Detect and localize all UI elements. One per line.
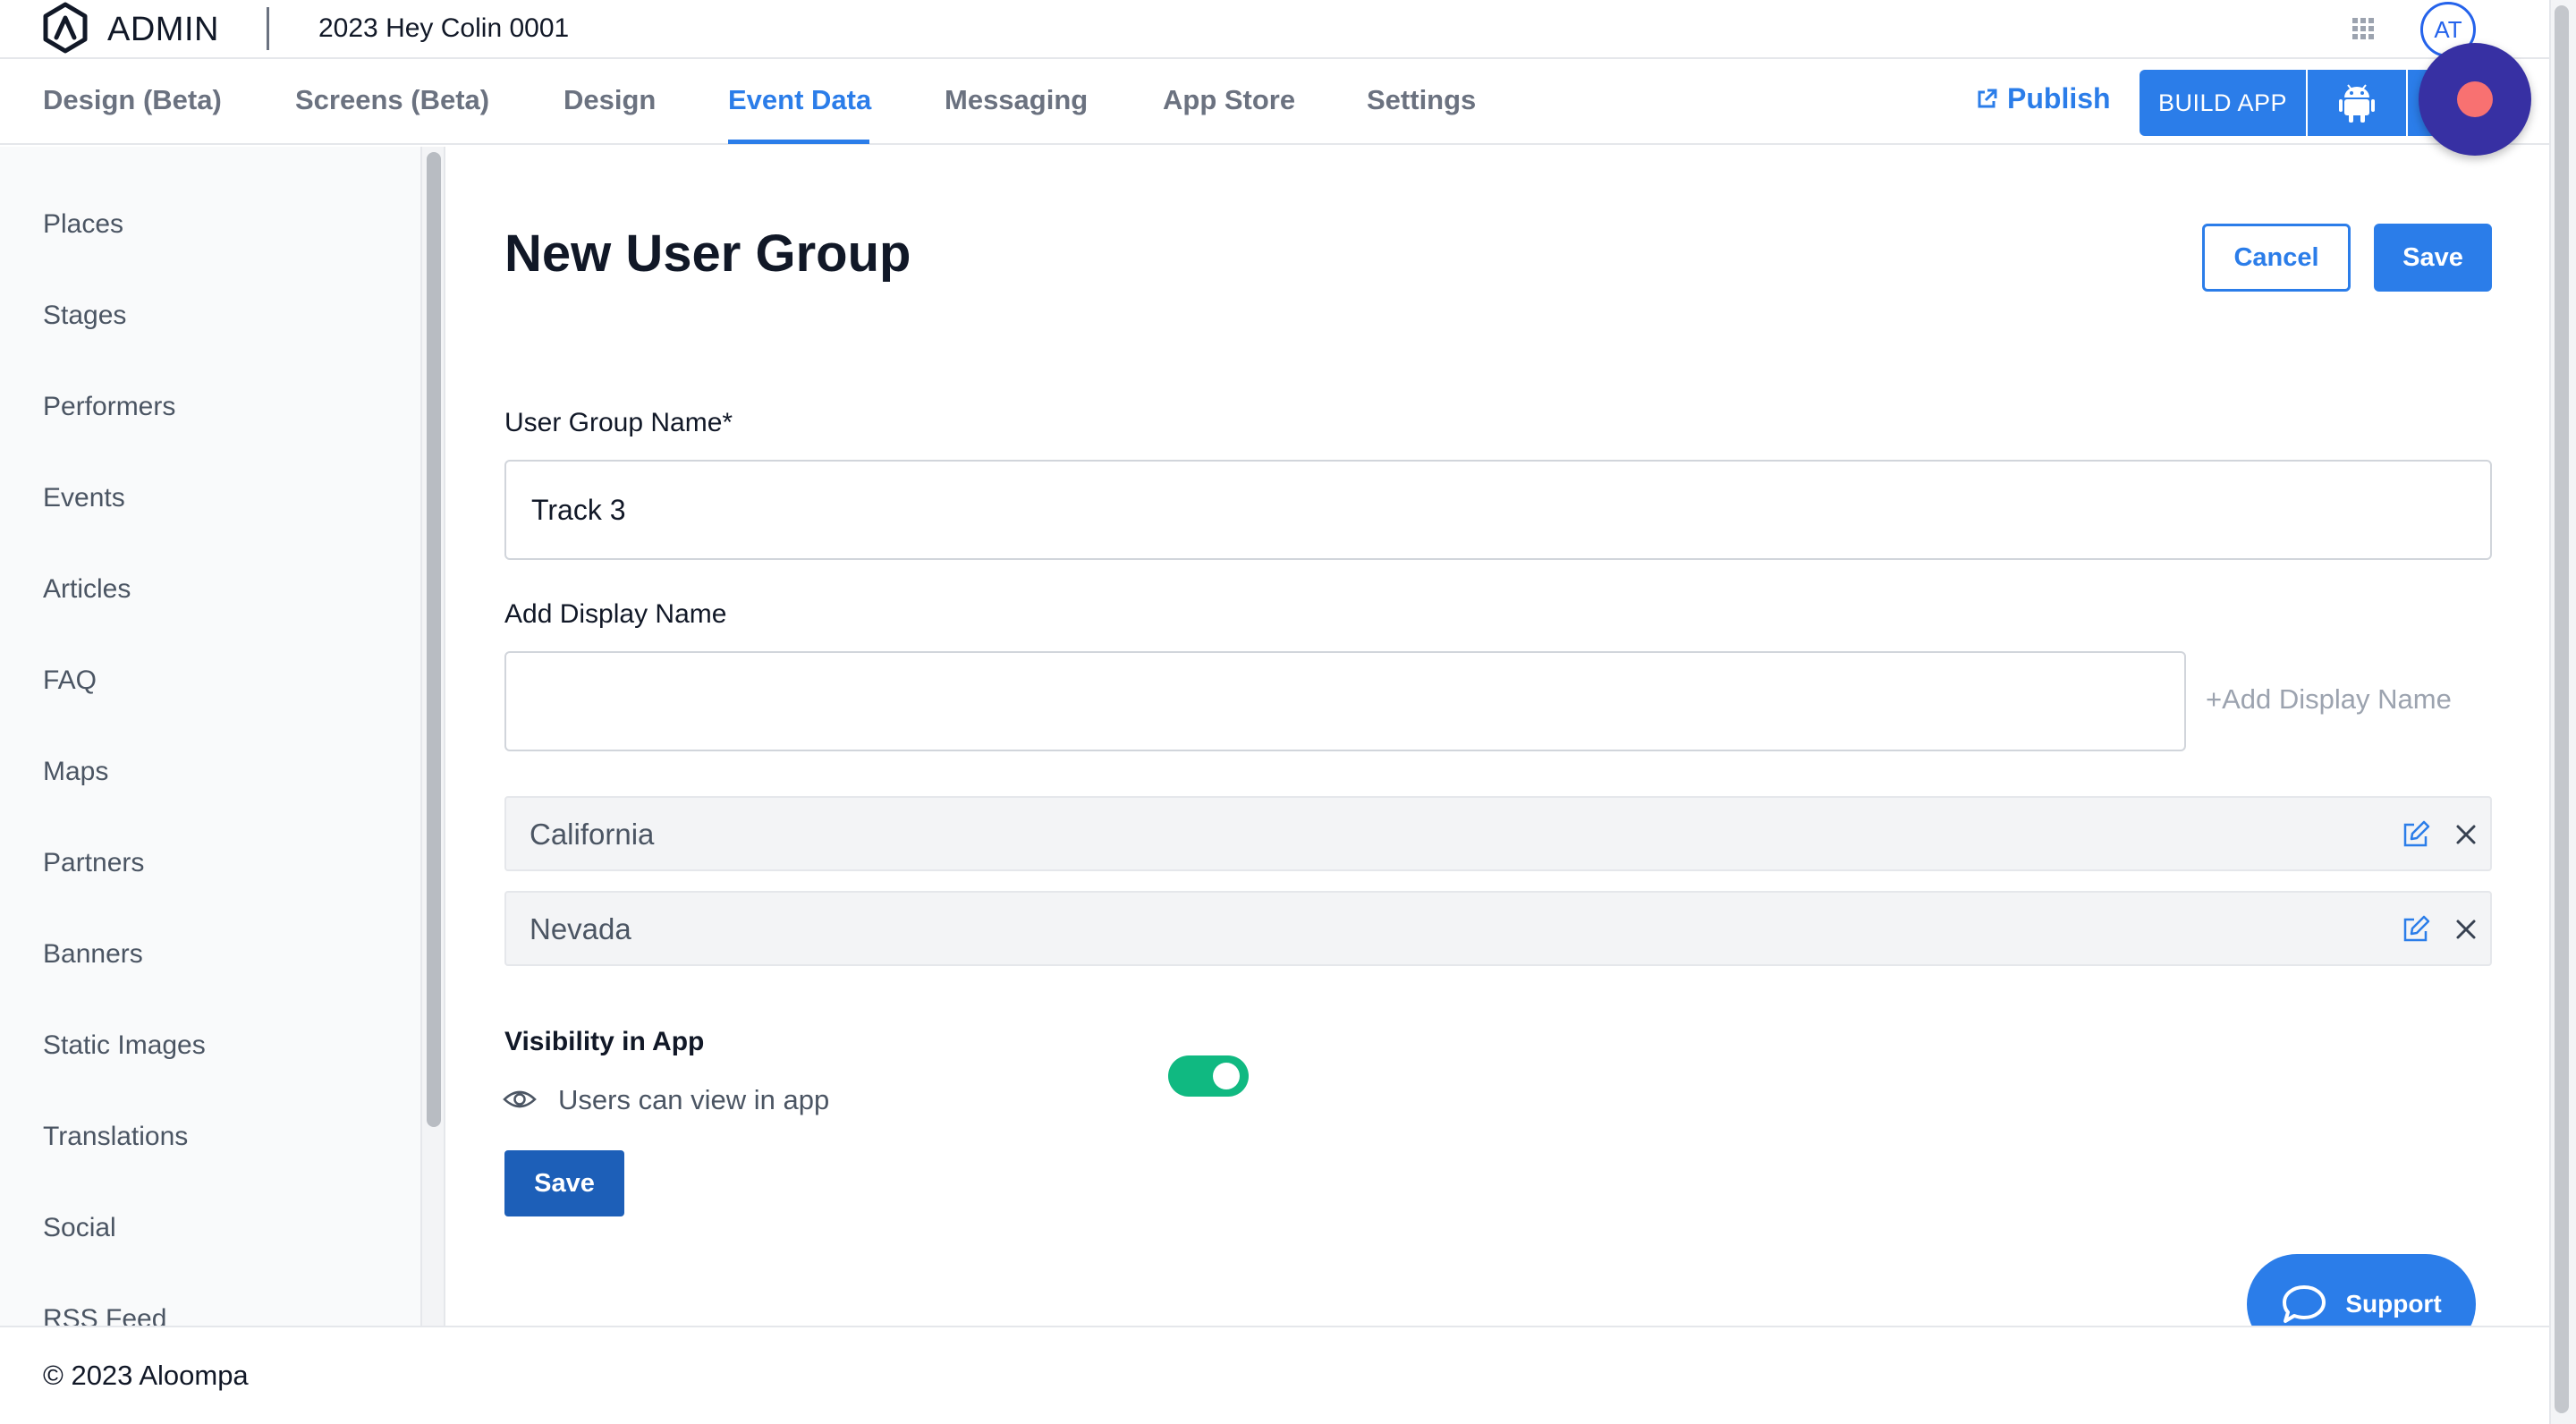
main-nav: Design (Beta) Screens (Beta) Design Even… — [0, 59, 2549, 145]
android-icon — [2339, 84, 2375, 123]
sidebar-item-translations[interactable]: Translations — [43, 1122, 188, 1152]
page-scrollbar-thumb[interactable] — [2555, 5, 2569, 1413]
top-bar: ADMIN 2023 Hey Colin 0001 AT — [0, 0, 2549, 59]
tab-messaging[interactable]: Messaging — [945, 84, 1088, 116]
group-name-label: User Group Name* — [504, 408, 733, 437]
cancel-button[interactable]: Cancel — [2202, 224, 2351, 292]
visibility-label: Visibility in App — [504, 1027, 705, 1056]
group-name-input[interactable]: Track 3 — [504, 460, 2492, 560]
sidebar-item-partners[interactable]: Partners — [43, 848, 144, 878]
edit-icon[interactable] — [2401, 914, 2431, 945]
save-button[interactable]: Save — [2374, 224, 2492, 292]
tab-screens-beta[interactable]: Screens (Beta) — [295, 84, 489, 116]
sidebar-item-articles[interactable]: Articles — [43, 574, 131, 605]
display-name-item: California — [504, 796, 2492, 871]
publish-label: Publish — [2007, 82, 2111, 114]
aloompa-logo-icon[interactable] — [39, 2, 91, 54]
tab-app-store[interactable]: App Store — [1163, 84, 1295, 116]
admin-label: ADMIN — [107, 11, 219, 48]
sidebar-item-static-images[interactable]: Static Images — [43, 1030, 206, 1061]
close-icon[interactable] — [2453, 916, 2479, 943]
eye-icon — [503, 1090, 537, 1108]
android-build-button[interactable] — [2308, 70, 2406, 136]
page-title: New User Group — [504, 225, 911, 283]
edit-icon[interactable] — [2401, 819, 2431, 850]
sidebar-item-social[interactable]: Social — [43, 1213, 116, 1243]
external-link-icon — [1978, 89, 1997, 107]
sidebar-item-places[interactable]: Places — [43, 209, 123, 240]
grid-icon[interactable] — [2351, 16, 2376, 41]
tab-settings[interactable]: Settings — [1367, 84, 1476, 116]
footer: © 2023 Aloompa — [0, 1326, 2549, 1424]
tab-design-beta[interactable]: Design (Beta) — [43, 84, 222, 116]
copyright: © 2023 Aloompa — [43, 1360, 249, 1391]
sidebar-item-events[interactable]: Events — [43, 483, 125, 513]
display-name-item-label: Nevada — [530, 912, 631, 945]
publish-link[interactable]: Publish — [1975, 82, 2111, 115]
sidebar-scrollbar-thumb[interactable] — [427, 152, 441, 1127]
sidebar-item-maps[interactable]: Maps — [43, 757, 108, 787]
record-dot — [2457, 81, 2493, 117]
visibility-description: Users can view in app — [558, 1084, 830, 1115]
close-icon[interactable] — [2453, 821, 2479, 848]
sidebar: Places Stages Performers Events Articles… — [0, 147, 422, 1326]
tab-event-data[interactable]: Event Data — [728, 84, 871, 116]
build-app-button[interactable]: BUILD APP — [2140, 70, 2306, 136]
sidebar-item-banners[interactable]: Banners — [43, 939, 143, 970]
save-bottom-button[interactable]: Save — [504, 1150, 624, 1216]
record-icon[interactable] — [2419, 43, 2531, 156]
app-title[interactable]: 2023 Hey Colin 0001 — [318, 13, 569, 44]
sidebar-item-rss-feed[interactable]: RSS Feed — [43, 1304, 166, 1326]
toggle-knob — [1213, 1063, 1240, 1089]
sidebar-item-faq[interactable]: FAQ — [43, 665, 97, 696]
title-divider — [267, 7, 269, 50]
display-name-item: Nevada — [504, 891, 2492, 966]
chat-icon — [2283, 1285, 2326, 1323]
display-name-input[interactable] — [504, 651, 2186, 751]
add-display-name-button[interactable]: +Add Display Name — [2206, 683, 2452, 716]
display-name-label: Add Display Name — [504, 599, 727, 629]
support-label: Support — [2345, 1290, 2442, 1318]
active-tab-indicator — [728, 140, 869, 144]
sidebar-item-performers[interactable]: Performers — [43, 392, 175, 422]
tab-design[interactable]: Design — [564, 84, 656, 116]
visibility-toggle[interactable] — [1168, 1055, 1249, 1097]
sidebar-item-stages[interactable]: Stages — [43, 301, 126, 331]
display-name-item-label: California — [530, 818, 655, 851]
